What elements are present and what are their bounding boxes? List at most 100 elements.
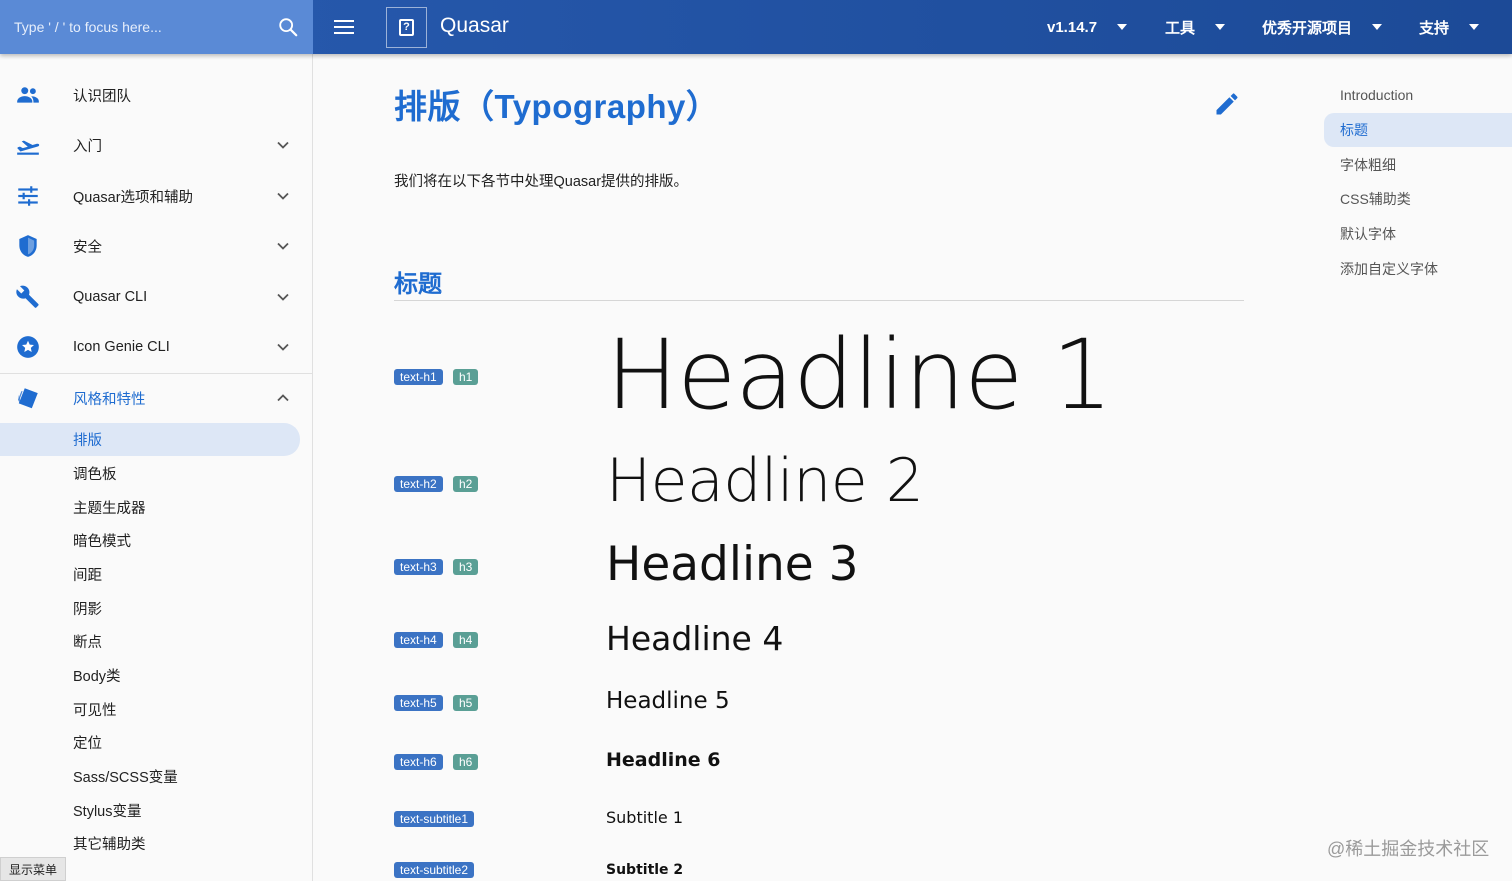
class-badge: text-h3 <box>394 559 443 575</box>
help-icon: ? <box>399 19 414 36</box>
headline-2-sample: Headline 2 <box>606 446 924 516</box>
headline-5-sample: Headline 5 <box>606 688 730 714</box>
tag-badge: h4 <box>453 632 479 648</box>
sub-item-label: 阴影 <box>73 602 102 618</box>
section-heading: 标题 <box>394 271 442 298</box>
section-divider <box>394 300 1244 301</box>
edit-icon[interactable] <box>1213 90 1241 118</box>
tune-icon <box>18 186 38 206</box>
toc-item-css-helpers[interactable]: CSS辅助类 <box>1324 182 1512 216</box>
drawer-item-label: 认识团队 <box>73 88 131 105</box>
sub-item-body-classes[interactable]: Body类 <box>0 659 300 692</box>
sub-item-other-helpers[interactable]: 其它辅助类 <box>0 827 300 860</box>
sub-item-label: 定位 <box>73 736 102 752</box>
drawer-item-label: 入门 <box>73 138 102 155</box>
caret-down-icon <box>1372 24 1383 30</box>
tag-badge: h1 <box>453 369 479 385</box>
sub-item-typography[interactable]: 排版 <box>0 423 300 456</box>
sub-item-theme-builder[interactable]: 主题生成器 <box>0 491 300 524</box>
sub-item-label: 排版 <box>73 433 102 449</box>
sub-item-label: 断点 <box>73 635 102 651</box>
sub-item-color-palette[interactable]: 调色板 <box>0 457 300 490</box>
class-badge: text-h2 <box>394 476 443 492</box>
watermark: @稀土掘金技术社区 <box>1327 839 1490 859</box>
headline-4-sample: Headline 4 <box>606 619 784 658</box>
drawer-item-options-helpers[interactable]: Quasar选项和辅助 <box>0 171 312 221</box>
chevron-down-icon[interactable] <box>276 189 290 203</box>
style-icon <box>18 388 38 409</box>
sub-item-breakpoints[interactable]: 断点 <box>0 625 300 658</box>
sub-item-label: 可见性 <box>73 703 117 719</box>
projects-dropdown[interactable]: 优秀开源项目 <box>1262 0 1383 54</box>
class-badge: text-subtitle1 <box>394 811 475 827</box>
sub-item-spacing[interactable]: 间距 <box>0 558 300 591</box>
sub-item-label: 暗色模式 <box>73 534 131 550</box>
logo-button[interactable]: ? <box>386 7 427 48</box>
chevron-down-icon[interactable] <box>276 239 290 253</box>
menu-icon[interactable] <box>332 17 356 37</box>
nav-label: v1.14.7 <box>1047 18 1098 36</box>
sub-item-label: 主题生成器 <box>73 501 146 517</box>
intro-text: 我们将在以下各节中处理Quasar提供的排版。 <box>394 174 689 190</box>
sub-item-label: 间距 <box>73 568 102 584</box>
drawer-item-icon-genie[interactable]: Icon Genie CLI <box>0 322 312 372</box>
tag-badge: h6 <box>453 754 479 770</box>
class-badge: text-subtitle2 <box>394 862 475 878</box>
chevron-down-icon[interactable] <box>276 138 290 152</box>
tag-badge: h3 <box>453 559 479 575</box>
subtitle-1-sample: Subtitle 1 <box>606 808 683 827</box>
nav-label: 优秀开源项目 <box>1262 19 1353 37</box>
drawer-item-getting-started[interactable]: 入门 <box>0 120 312 170</box>
flight-takeoff-icon <box>17 140 40 155</box>
version-dropdown[interactable]: v1.14.7 <box>1047 0 1128 54</box>
sub-item-stylus-variables[interactable]: Stylus变量 <box>0 794 300 827</box>
star-circle-icon <box>17 336 39 358</box>
toc-item-default-font[interactable]: 默认字体 <box>1324 217 1512 251</box>
sub-item-dark-mode[interactable]: 暗色模式 <box>0 524 300 557</box>
sub-item-positioning[interactable]: 定位 <box>0 726 300 759</box>
caret-down-icon <box>1117 24 1128 30</box>
chevron-down-icon[interactable] <box>276 340 290 354</box>
drawer-item-quasar-cli[interactable]: Quasar CLI <box>0 272 312 322</box>
sub-item-label: 其它辅助类 <box>73 837 146 853</box>
toc-item-introduction[interactable]: Introduction <box>1324 78 1512 112</box>
sub-item-label: Sass/SCSS变量 <box>73 770 178 786</box>
drawer-item-label: Quasar CLI <box>73 289 148 305</box>
subtitle-2-sample: Subtitle 2 <box>606 862 684 878</box>
sub-item-label: Stylus变量 <box>73 804 142 820</box>
people-icon <box>17 87 39 103</box>
support-dropdown[interactable]: 支持 <box>1419 0 1480 54</box>
drawer-item-team[interactable]: 认识团队 <box>0 70 312 120</box>
toc-item-font-weights[interactable]: 字体粗细 <box>1324 148 1512 182</box>
chevron-up-icon[interactable] <box>276 391 290 405</box>
sub-item-label: 调色板 <box>73 467 117 483</box>
toc-item-headings[interactable]: 标题 <box>1324 113 1512 147</box>
drawer-item-style-identity[interactable]: 风格和特性 <box>0 373 312 423</box>
tag-badge: h2 <box>453 476 479 492</box>
caret-down-icon <box>1469 24 1480 30</box>
drawer-item-label: 安全 <box>73 239 102 256</box>
left-drawer: 认识团队 入门 Quasar选项和辅助 安全 Quasar CLI Icon G… <box>0 54 313 881</box>
sub-item-sass-variables[interactable]: Sass/SCSS变量 <box>0 760 300 793</box>
search-input[interactable]: Type ' / ' to focus here... <box>14 19 277 35</box>
app-title[interactable]: Quasar <box>440 14 509 38</box>
tools-dropdown[interactable]: 工具 <box>1165 0 1226 54</box>
class-badge: text-h4 <box>394 632 443 648</box>
drawer-item-label: 风格和特性 <box>73 391 146 408</box>
sub-item-visibility[interactable]: 可见性 <box>0 693 300 726</box>
drawer-item-security[interactable]: 安全 <box>0 221 312 271</box>
search-bar[interactable]: Type ' / ' to focus here... <box>0 0 313 54</box>
headline-3-sample: Headline 3 <box>606 537 859 592</box>
sub-item-shadows[interactable]: 阴影 <box>0 592 300 625</box>
top-toolbar: Type ' / ' to focus here... ? Quasar v1.… <box>0 0 1512 54</box>
chevron-down-icon[interactable] <box>276 290 290 304</box>
nav-label: 支持 <box>1419 19 1450 37</box>
headline-6-sample: Headline 6 <box>606 749 721 771</box>
drawer-item-label: Quasar选项和辅助 <box>73 189 194 206</box>
headline-1-sample: Headline 1 <box>606 319 1113 431</box>
search-icon[interactable] <box>277 16 299 38</box>
caret-down-icon <box>1215 24 1226 30</box>
show-menu-button[interactable]: 显示菜单 <box>0 857 66 881</box>
wrench-icon <box>16 285 39 308</box>
toc-item-custom-fonts[interactable]: 添加自定义字体 <box>1324 252 1512 286</box>
